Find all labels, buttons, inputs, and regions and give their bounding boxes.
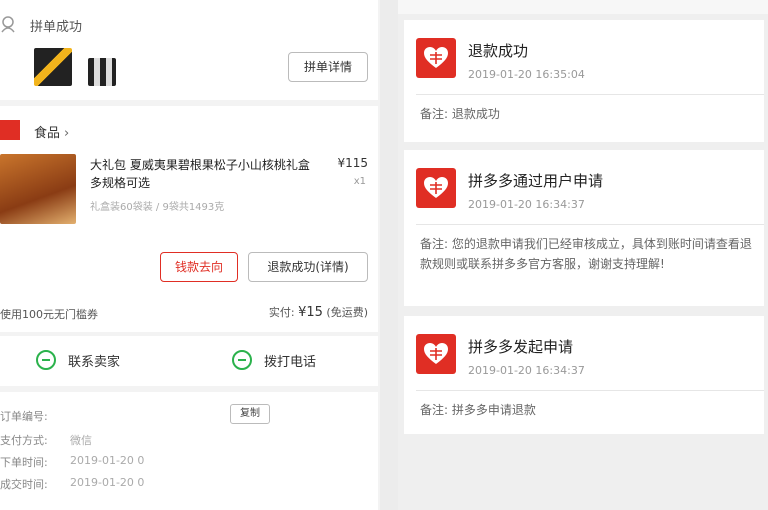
refund-detail-button[interactable]: 退款成功(详情) <box>248 252 368 282</box>
chat-icon <box>36 350 56 370</box>
order-time-label: 下单时间: <box>0 456 48 469</box>
step-title: 拼多多通过用户申请 <box>468 172 604 190</box>
pay-method-value: 微信 <box>70 434 92 447</box>
shop-name-label: 食品 <box>34 126 61 141</box>
refund-step: 拼多多通过用户申请 2019-01-20 16:34:37 备注: 您的退款申请… <box>404 150 764 306</box>
contact-bar: 联系卖家 拨打电话 <box>0 336 378 386</box>
refund-progress-panel: 退款成功 2019-01-20 16:35:04 备注: 退款成功 拼多多通过用… <box>398 0 768 510</box>
phone-icon <box>232 350 252 370</box>
call-phone-label: 拨打电话 <box>264 354 317 370</box>
pinduoduo-logo-icon <box>416 168 456 208</box>
product-price: ¥115 <box>337 156 368 170</box>
order-info-card: 订单编号: 复制 支付方式: 微信 下单时间: 2019-01-20 0 成交时… <box>0 392 378 510</box>
call-phone-button[interactable]: 拨打电话 <box>232 350 316 370</box>
group-detail-button[interactable]: 拼单详情 <box>288 52 368 82</box>
deal-time-label: 成交时间: <box>0 478 48 491</box>
product-image[interactable] <box>0 154 76 224</box>
group-icon <box>0 14 20 34</box>
pay-method-label: 支付方式: <box>0 434 48 447</box>
order-time-value: 2019-01-20 0 <box>70 454 145 467</box>
product-quantity: x1 <box>353 176 366 187</box>
refund-step: 退款成功 2019-01-20 16:35:04 备注: 退款成功 <box>404 20 764 142</box>
contact-seller-label: 联系卖家 <box>68 354 121 370</box>
group-status-title: 拼单成功 <box>30 20 83 35</box>
product-title[interactable]: 大礼包 夏威夷果碧根果松子小山核桃礼盒 多规格可选 <box>90 156 310 192</box>
divider <box>416 224 764 225</box>
step-title: 退款成功 <box>468 42 529 60</box>
shipping-note: (免运费) <box>326 306 368 319</box>
order-detail-panel: 拼单成功 拼单详情 食品 › 大礼包 夏威夷果碧根果松子小山核桃礼盒 多规格可选 … <box>0 0 380 510</box>
step-time: 2019-01-20 16:34:37 <box>468 364 585 377</box>
step-time: 2019-01-20 16:34:37 <box>468 198 585 211</box>
contact-seller-button[interactable]: 联系卖家 <box>36 350 120 370</box>
refund-direction-button[interactable]: 钱款去向 <box>160 252 238 282</box>
copy-order-number-button[interactable]: 复制 <box>230 404 270 424</box>
deal-time-row: 成交时间: 2019-01-20 0 <box>0 476 144 492</box>
paid-amount: ¥15 <box>298 305 323 320</box>
shop-logo-icon <box>0 120 20 140</box>
pinduoduo-logo-icon <box>416 334 456 374</box>
divider <box>416 94 764 95</box>
step-note: 备注: 退款成功 <box>420 107 500 121</box>
shop-name-link[interactable]: 食品 › <box>34 122 69 141</box>
pinduoduo-logo-icon <box>416 38 456 78</box>
header-strip <box>398 0 768 14</box>
step-time: 2019-01-20 16:35:04 <box>468 68 585 81</box>
order-card: 食品 › 大礼包 夏威夷果碧根果松子小山核桃礼盒 多规格可选 ¥115 x1 礼盒… <box>0 106 378 332</box>
order-number-row: 订单编号: <box>0 408 48 424</box>
avatar <box>34 48 72 86</box>
order-number-label: 订单编号: <box>0 410 48 423</box>
paid-label: 实付: <box>268 306 295 319</box>
avatar <box>88 58 116 86</box>
step-note: 备注: 拼多多申请退款 <box>420 403 536 417</box>
refund-step: 拼多多发起申请 2019-01-20 16:34:37 备注: 拼多多申请退款 <box>404 316 764 434</box>
group-status-card: 拼单成功 拼单详情 <box>0 0 378 100</box>
paid-summary: 实付: ¥15 (免运费) <box>269 304 368 320</box>
product-spec: 礼盒装60袋装 / 9袋共1493克 <box>90 202 225 213</box>
step-note: 备注: 您的退款申请我们已经审核成立，具体到账时间请查看退款规则或联系拼多多官方… <box>420 237 752 271</box>
divider <box>416 390 764 391</box>
step-title: 拼多多发起申请 <box>468 338 574 356</box>
chevron-right-icon: › <box>64 126 70 141</box>
pay-method-row: 支付方式: 微信 <box>0 432 92 448</box>
coupon-note: 使用100元无门槛券 <box>0 308 98 321</box>
order-time-row: 下单时间: 2019-01-20 0 <box>0 454 144 470</box>
deal-time-value: 2019-01-20 0 <box>70 476 145 489</box>
